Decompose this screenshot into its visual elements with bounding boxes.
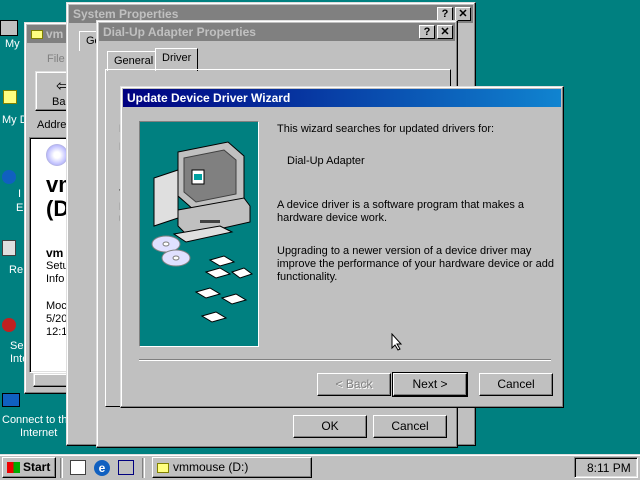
taskbar-divider: [142, 458, 145, 478]
dialup-properties-titlebar[interactable]: Dial-Up Adapter Properties: [99, 23, 455, 41]
vmmouse-title: vm: [46, 27, 64, 41]
task-folder-icon: [157, 462, 169, 473]
clock[interactable]: 8:11 PM: [587, 461, 631, 475]
computer-with-disks-icon: [151, 141, 254, 323]
wizard-titlebar[interactable]: Update Device Driver Wizard: [123, 89, 561, 107]
desktop-label-ie-1: I: [18, 188, 22, 200]
wizard-para2-line1: Upgrading to a newer version of a device…: [277, 245, 532, 257]
wizard-back-button[interactable]: < Back: [317, 373, 391, 396]
content-line-1: vm: [46, 246, 64, 260]
start-label: Start: [23, 460, 51, 474]
dialup-cancel-button[interactable]: Cancel: [373, 415, 447, 438]
recycle-bin-icon[interactable]: [2, 240, 16, 256]
desktop-label-ie-2: E: [16, 202, 24, 214]
wizard-illustration: [139, 121, 259, 347]
system-properties-close-button[interactable]: ✕: [455, 7, 471, 21]
desktop-label-my-computer: My: [5, 38, 20, 50]
my-computer-icon[interactable]: [0, 20, 18, 36]
cd-icon: [46, 144, 68, 166]
system-tray: 8:11 PM: [574, 457, 638, 478]
ie-quicklaunch-icon[interactable]: e: [94, 460, 110, 476]
dialup-properties-title: Dial-Up Adapter Properties: [103, 25, 256, 39]
taskbar-task-vmmouse[interactable]: vmmouse (D:): [152, 457, 312, 478]
internet-explorer-icon[interactable]: [2, 170, 16, 184]
address-label: Addre: [37, 119, 67, 131]
start-button[interactable]: Start: [2, 457, 56, 478]
desktop-label-connect-1: Connect to th: [2, 414, 68, 426]
wizard-cancel-button[interactable]: Cancel: [479, 373, 553, 396]
wizard-title: Update Device Driver Wizard: [127, 91, 291, 105]
folder-icon: [31, 30, 43, 40]
update-driver-wizard[interactable]: Update Device Driver Wizard This wizard …: [120, 86, 564, 408]
desktop-label-setup-internet-1: Se: [10, 340, 24, 352]
content-line-4: Moc: [46, 300, 67, 312]
back-button-label: Ba: [52, 96, 66, 108]
desktop-label-recycle-bin: Re: [9, 264, 24, 276]
quicklaunch-divider: [60, 458, 63, 478]
dialup-ok-button[interactable]: OK: [293, 415, 367, 438]
dialup-help-button[interactable]: ?: [419, 25, 435, 39]
taskbar: Start e vmmouse (D:) 8:11 PM: [0, 454, 640, 480]
my-documents-icon[interactable]: [3, 90, 17, 104]
wizard-device-name: Dial-Up Adapter: [287, 155, 365, 167]
wizard-separator: [139, 359, 551, 361]
system-properties-title: System Properties: [73, 7, 179, 21]
content-line-3: Info: [46, 273, 65, 285]
channels-quicklaunch-icon[interactable]: [118, 460, 134, 475]
wizard-intro-text: This wizard searches for updated drivers…: [277, 123, 495, 135]
vmmouse-menu-file[interactable]: File: [47, 53, 65, 65]
wizard-para1-line1: A device driver is a software program th…: [277, 199, 524, 211]
wizard-para1-line2: hardware device work.: [277, 212, 388, 224]
wizard-para2-line3: functionality.: [277, 271, 338, 283]
wizard-para2-line2: improve the performance of your hardware…: [277, 258, 554, 270]
content-line-5: 5/20: [46, 313, 68, 325]
dialup-tab-driver[interactable]: Driver: [155, 48, 199, 71]
dialup-tab-general[interactable]: General: [107, 51, 161, 71]
windows-logo-icon: [7, 462, 20, 474]
desktop-label-connect-2: Internet: [20, 427, 58, 439]
content-line-6: 12:1: [46, 326, 68, 338]
connect-internet-icon[interactable]: [2, 393, 20, 407]
task-label: vmmouse (D:): [173, 460, 249, 474]
wizard-next-button[interactable]: Next >: [392, 372, 468, 397]
setup-internet-icon[interactable]: [2, 318, 16, 332]
show-desktop-icon[interactable]: [70, 460, 86, 475]
mouse-cursor-icon: [391, 333, 403, 351]
system-properties-help-button[interactable]: ?: [437, 7, 453, 21]
dialup-close-button[interactable]: ✕: [437, 25, 453, 39]
